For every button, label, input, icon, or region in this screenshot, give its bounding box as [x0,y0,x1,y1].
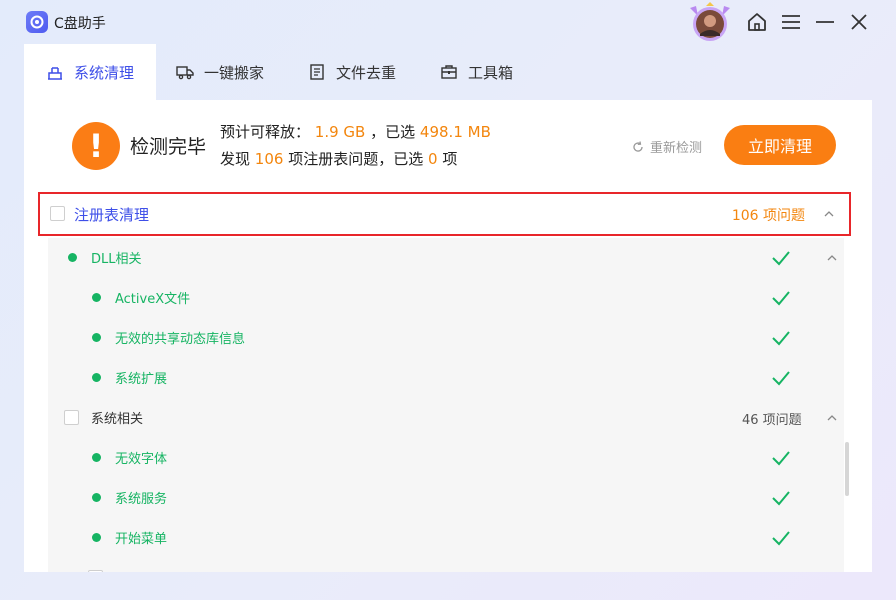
row-label: ActiveX文件 [115,292,191,307]
scrollbar-thumb[interactable] [845,442,849,496]
check-icon [772,251,790,266]
user-avatar[interactable] [686,2,734,44]
releasable-summary: 预计可释放： 1.9 GB ，已选 498.1 MB [220,121,491,142]
summary-text: 项 [442,150,458,168]
main-panel: ! 检测完毕 预计可释放： 1.9 GB ，已选 498.1 MB 发现 106… [24,100,872,572]
list-item-system-related[interactable]: 系统相关 46 项问题 [48,398,844,438]
clean-now-button[interactable]: 立即清理 [724,125,836,165]
refresh-icon [633,140,643,152]
status-dot [92,373,101,382]
close-icon[interactable] [847,10,871,34]
tab-system-clean[interactable]: 系统清理 [24,44,156,100]
menu-icon[interactable] [779,10,803,34]
list-item-system-ext[interactable]: 系统扩展 [48,358,844,398]
row-label: 系统相关 [91,412,144,427]
row-label: 无效的共享动态库信息 [115,332,246,347]
rescan-button[interactable]: 重新检测 [632,137,702,156]
scan-status-title: 检测完毕 [130,136,207,158]
row-label: 无效字体 [115,452,168,467]
row-checkbox[interactable] [64,410,79,425]
row-label: DLL相关 [91,252,142,267]
check-icon [772,531,790,546]
issues-selected-count: 0 [428,150,438,168]
issues-found-count: 106 [254,150,284,168]
tab-label: 一键搬家 [204,63,265,82]
tab-one-click-move[interactable]: 一键搬家 [176,44,264,100]
releasable-size: 1.9 GB [314,123,366,141]
check-icon [772,291,790,306]
list-item-dll[interactable]: DLL相关 [48,238,844,278]
list-item-system-services[interactable]: 系统服务 [48,478,844,518]
tab-file-dedupe[interactable]: 文件去重 [308,44,396,100]
status-dot [92,333,101,342]
row-issue-count: 46 项问题 [742,413,802,428]
tab-label: 工具箱 [468,63,514,82]
main-tabs: 系统清理 一键搬家 文件去重 工具箱 [24,44,872,100]
row-checkbox[interactable] [88,570,103,572]
check-icon [772,451,790,466]
list-item-invalid-fonts[interactable]: 无效字体 [48,438,844,478]
list-item-activex[interactable]: ActiveX文件 [48,278,844,318]
issues-summary: 发现 106 项注册表问题，已选 0 项 [220,148,457,169]
status-dot [92,493,101,502]
row-label: 开始菜单 [115,532,168,547]
status-dot [92,533,101,542]
check-icon [772,371,790,386]
status-dot [92,453,101,462]
app-logo-icon [26,11,48,33]
summary-text: 预计可释放： [220,123,311,141]
truck-icon [176,63,194,81]
tab-label: 文件去重 [336,63,397,82]
selected-size: 498.1 MB [419,123,491,141]
toolbox-icon [440,63,458,81]
home-icon[interactable] [745,10,769,34]
clean-icon [46,63,64,81]
category-label: 注册表清理 [74,206,150,224]
tab-label: 系统清理 [74,63,135,82]
list-item-start-menu[interactable]: 开始菜单 [48,518,844,558]
category-issue-count: 106 项问题 [731,208,805,224]
registry-sublist: DLL相关 ActiveX文件 无效的共享动态库信息 系统扩展 系统相关 46 … [48,238,844,572]
summary-text: ，已选 [370,123,416,141]
chevron-up-icon[interactable] [823,208,835,220]
category-registry-clean[interactable]: 注册表清理 106 项问题 [38,192,851,236]
tab-toolbox[interactable]: 工具箱 [440,44,513,100]
row-label: 系统扩展 [115,372,168,387]
row-label: 系统服务 [115,492,168,507]
app-title: C盘助手 [54,16,106,32]
rescan-label: 重新检测 [650,141,703,156]
file-icon [308,63,326,81]
minimize-icon[interactable] [813,10,837,34]
summary-text: 发现 [220,150,251,168]
summary-text: 项注册表问题，已选 [288,150,424,168]
check-icon [772,331,790,346]
title-bar: C盘助手 [0,0,896,44]
category-checkbox[interactable] [50,206,65,221]
warning-icon: ! [72,122,120,170]
chevron-up-icon[interactable] [826,412,838,424]
list-item-shared-dll[interactable]: 无效的共享动态库信息 [48,318,844,358]
status-dot [92,293,101,302]
chevron-up-icon[interactable] [826,252,838,264]
status-dot [68,253,77,262]
check-icon [772,491,790,506]
list-item-partial[interactable] [48,558,844,572]
